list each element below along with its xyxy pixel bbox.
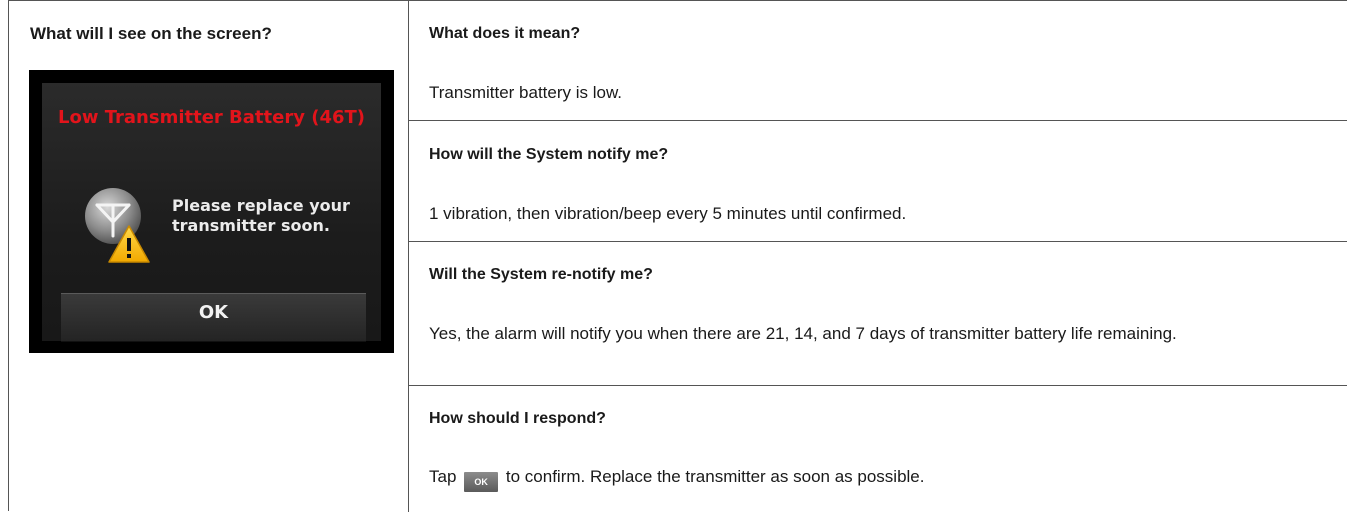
info-table: What will I see on the screen? Low Trans… [8,0,1347,512]
answer-prefix: Tap [429,467,457,486]
row-question: How will the System notify me? [429,146,669,163]
row-divider [409,385,1347,386]
row-answer: Yes, the alarm will notify you when ther… [429,324,1177,343]
alert-message: Please replace your transmitter soon. [172,196,350,236]
row-question: How should I respond? [429,410,606,427]
info-column: What does it mean? Transmitter battery i… [409,1,1347,512]
row-divider [409,120,1347,121]
row-answer: Tap OK to confirm. Replace the transmitt… [429,465,1309,492]
row-question: Will the System re-notify me? [429,266,653,283]
answer-suffix: to confirm. Replace the transmitter as s… [505,467,925,486]
screen-column: What will I see on the screen? Low Trans… [9,1,409,512]
alert-message-line: Please replace your [172,196,350,215]
transmitter-warning-icon [85,188,150,263]
ok-button-icon: OK [464,472,499,492]
device-ok-button: OK [61,293,366,342]
row-answer: Transmitter battery is low. [429,83,623,102]
alert-title: Low Transmitter Battery (46T) [57,107,365,128]
row-divider [409,241,1347,242]
device-display: Low Transmitter Battery (46T) Please rep… [42,83,381,342]
device-screen: Low Transmitter Battery (46T) Please rep… [29,70,394,353]
row-question: What does it mean? [429,25,581,42]
screen-column-title: What will I see on the screen? [30,24,272,43]
alert-message-line: transmitter soon. [172,216,330,235]
row-answer: 1 vibration, then vibration/beep every 5… [429,204,907,223]
